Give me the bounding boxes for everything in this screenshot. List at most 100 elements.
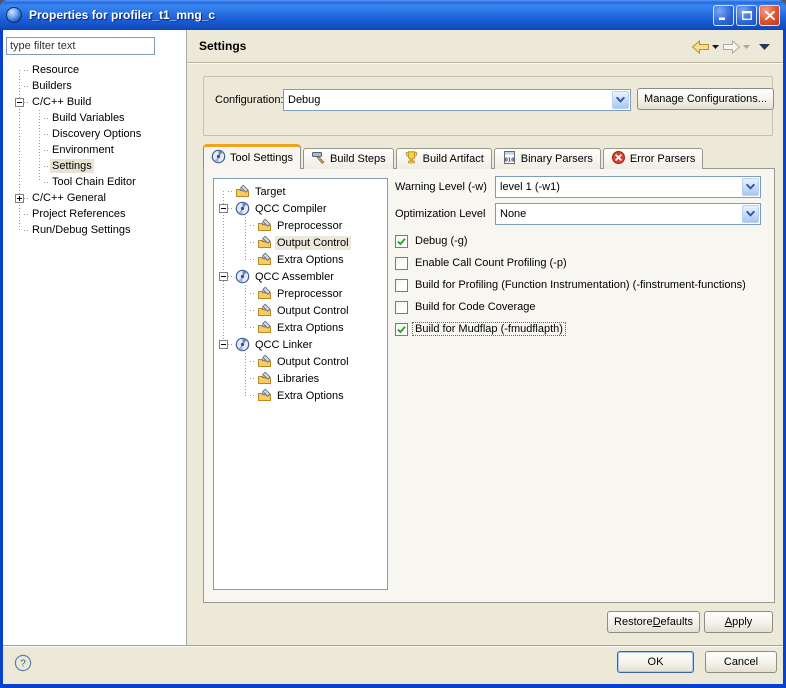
unchecked-checkbox-icon[interactable] [395, 301, 408, 314]
tree-connector [35, 134, 44, 135]
tree-connector [250, 259, 255, 260]
tool-item-output-control[interactable]: Output Control [214, 302, 387, 319]
view-menu-button[interactable] [759, 44, 770, 50]
expand-toggle-icon[interactable] [15, 194, 24, 203]
tree-connector [44, 182, 48, 183]
help-icon: ? [14, 654, 32, 672]
close-icon [765, 11, 775, 20]
nav-item-c-c-build[interactable]: C/C++ Build [3, 94, 186, 110]
tool-item-label: QCC Compiler [253, 202, 329, 216]
tab-build-steps[interactable]: Build Steps [303, 148, 394, 169]
tree-connector [250, 225, 255, 226]
restore-defaults-button[interactable]: Restore Defaults [607, 611, 700, 633]
tool-item-qcc-linker[interactable]: QCC Linker [214, 336, 387, 353]
back-button[interactable] [691, 40, 719, 54]
properties-nav-tree: ResourceBuildersC/C++ BuildBuild Variabl… [3, 62, 186, 238]
dropdown-button[interactable] [612, 91, 629, 109]
checkbox-enable-call-count-profiling-p[interactable]: Enable Call Count Profiling (-p) [395, 256, 775, 270]
tool-item-extra-options[interactable]: Extra Options [214, 319, 387, 336]
tool-item-output-control[interactable]: Output Control [214, 353, 387, 370]
nav-item-settings[interactable]: Settings [3, 158, 186, 174]
checkbox-build-for-code-coverage[interactable]: Build for Code Coverage [395, 300, 775, 314]
apply-button[interactable]: Apply [704, 611, 773, 633]
ok-button[interactable]: OK [617, 651, 694, 673]
tool-item-libraries[interactable]: Libraries [214, 370, 387, 387]
filter-input[interactable] [6, 37, 155, 55]
manage-configurations-button[interactable]: Manage Configurations... [637, 88, 774, 110]
tree-connector [24, 198, 28, 199]
unchecked-checkbox-icon[interactable] [395, 257, 408, 270]
tool-item-label: Libraries [275, 372, 321, 386]
configuration-select[interactable]: Debug [283, 89, 631, 111]
tool-item-label: QCC Linker [253, 338, 314, 352]
tree-connector [241, 225, 250, 226]
tree-connector [250, 242, 255, 243]
tab-build-artifact[interactable]: Build Artifact [396, 148, 492, 169]
checked-checkbox-icon[interactable] [395, 323, 408, 336]
tool-item-qcc-assembler[interactable]: QCC Assembler [214, 268, 387, 285]
collapse-toggle-icon[interactable] [219, 272, 228, 281]
nav-item-label: Resource [30, 63, 81, 77]
unchecked-checkbox-icon[interactable] [395, 279, 408, 292]
tool-item-extra-options[interactable]: Extra Options [214, 251, 387, 268]
checkbox-build-for-profiling-function-instrumentation-finstrument-functions[interactable]: Build for Profiling (Function Instrument… [395, 278, 775, 292]
tool-item-extra-options[interactable]: Extra Options [214, 387, 387, 404]
tool-item-preprocessor[interactable]: Preprocessor [214, 217, 387, 234]
forward-button[interactable] [722, 40, 750, 54]
nav-item-label: Settings [50, 159, 94, 173]
tab-error-parsers[interactable]: Error Parsers [603, 148, 703, 169]
category-icon [257, 354, 272, 369]
nav-item-build-variables[interactable]: Build Variables [3, 110, 186, 126]
checkbox-debug-g[interactable]: Debug (-g) [395, 234, 775, 248]
warning-level-w-select[interactable]: level 1 (-w1) [495, 176, 761, 198]
forward-menu-caret-icon [743, 45, 750, 49]
tool-item-label: Extra Options [275, 321, 346, 335]
cancel-button[interactable]: Cancel [705, 651, 777, 673]
tool-item-label: Target [253, 185, 288, 199]
option-selects: Warning Level (-w)level 1 (-w1)Optimizat… [395, 176, 775, 225]
checkbox-build-for-mudflap-fmudflapth[interactable]: Build for Mudflap (-fmudflapth) [395, 322, 775, 336]
tree-connector [241, 310, 250, 311]
nav-item-resource[interactable]: Resource [3, 62, 186, 78]
nav-item-discovery-options[interactable]: Discovery Options [3, 126, 186, 142]
dropdown-button[interactable] [742, 178, 759, 196]
collapse-toggle-icon[interactable] [219, 340, 228, 349]
tree-connector [228, 208, 233, 209]
nav-item-builders[interactable]: Builders [3, 78, 186, 94]
nav-item-environment[interactable]: Environment [3, 142, 186, 158]
nav-item-project-references[interactable]: Project References [3, 206, 186, 222]
dialog-body: ResourceBuildersC/C++ BuildBuild Variabl… [3, 30, 783, 684]
tool-item-target[interactable]: Target [214, 183, 387, 200]
tab-binary-parsers[interactable]: 010Binary Parsers [494, 148, 601, 169]
maximize-button[interactable] [736, 5, 757, 26]
window-title: Properties for profiler_t1_mng_c [29, 8, 711, 22]
tool-item-preprocessor[interactable]: Preprocessor [214, 285, 387, 302]
help-button[interactable]: ? [14, 654, 32, 672]
tree-connector [250, 395, 255, 396]
nav-item-c-c-general[interactable]: C/C++ General [3, 190, 186, 206]
tool-item-qcc-compiler[interactable]: QCC Compiler [214, 200, 387, 217]
checked-checkbox-icon[interactable] [395, 235, 408, 248]
title-bar[interactable]: Properties for profiler_t1_mng_c [0, 0, 786, 30]
dropdown-button[interactable] [742, 205, 759, 223]
collapse-toggle-icon[interactable] [15, 98, 24, 107]
gauge-icon [235, 337, 250, 352]
tool-item-output-control[interactable]: Output Control [214, 234, 387, 251]
chevron-down-icon [616, 97, 625, 103]
minimize-button[interactable] [713, 5, 734, 26]
tree-connector [250, 378, 255, 379]
properties-dialog: Properties for profiler_t1_mng_c Resourc… [0, 0, 786, 688]
tab-tool-settings[interactable]: Tool Settings [203, 144, 301, 169]
category-icon [257, 286, 272, 301]
tree-connector [24, 214, 28, 215]
tree-connector [24, 86, 28, 87]
close-button[interactable] [759, 5, 780, 26]
nav-item-run-debug-settings[interactable]: Run/Debug Settings [3, 222, 186, 238]
checkbox-label: Enable Call Count Profiling (-p) [413, 257, 569, 269]
collapse-toggle-icon[interactable] [219, 204, 228, 213]
tree-connector [24, 102, 28, 103]
category-icon [257, 218, 272, 233]
optimization-level-select[interactable]: None [495, 203, 761, 225]
nav-item-tool-chain-editor[interactable]: Tool Chain Editor [3, 174, 186, 190]
checkbox-label: Build for Profiling (Function Instrument… [413, 279, 748, 291]
